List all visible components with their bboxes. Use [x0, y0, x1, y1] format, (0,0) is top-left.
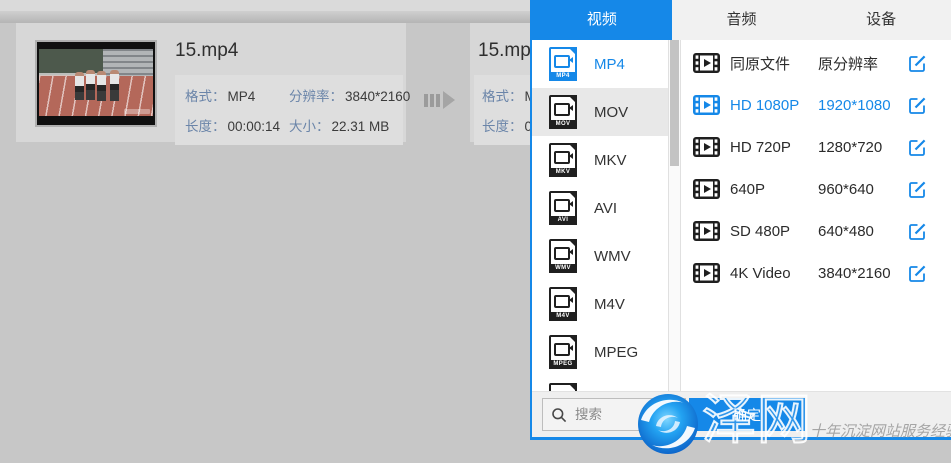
- convert-arrow-icon: [424, 91, 455, 109]
- edit-icon[interactable]: [908, 96, 927, 115]
- meta-duration: 长度：00:00:14: [185, 115, 281, 135]
- format-item-m4v[interactable]: M4V M4V: [532, 280, 668, 328]
- file-format-icon: MP4: [549, 47, 577, 81]
- search-icon: [551, 407, 567, 423]
- file-format-icon: [549, 383, 577, 391]
- edit-icon[interactable]: [908, 138, 927, 157]
- file-format-icon: MKV: [549, 143, 577, 177]
- thumb-person: [110, 70, 119, 101]
- quality-item-hd1080p[interactable]: HD 1080P 1920*1080: [681, 84, 951, 126]
- edit-icon[interactable]: [908, 54, 927, 73]
- edit-icon[interactable]: [908, 264, 927, 283]
- tab-audio[interactable]: 音频: [672, 0, 812, 40]
- meta-resolution: 分辨率：3840*2160: [289, 85, 410, 105]
- format-list-scrollbar[interactable]: [668, 40, 681, 391]
- quality-list: 同原文件 原分辨率 HD 1080P 1920*1080 HD 720P 128…: [681, 40, 951, 391]
- quality-item-hd720p[interactable]: HD 720P 1280*720: [681, 126, 951, 168]
- edit-icon[interactable]: [908, 180, 927, 199]
- format-list: MP4 MP4 MOV MOV MKV MKV AVI AVI WMV WMV …: [532, 40, 668, 391]
- file-format-icon: MOV: [549, 95, 577, 129]
- thumb-person: [86, 70, 95, 100]
- popup-bottom-bar: 确定: [532, 391, 951, 437]
- thumb-person: [75, 72, 84, 100]
- meta-size: 大小：22.31 MB: [289, 115, 410, 135]
- file-format-icon: AVI: [549, 191, 577, 225]
- source-file-card[interactable]: 15.mp4 格式：MP4 分辨率：3840*2160 长度：00:00:14 …: [16, 23, 406, 142]
- edit-icon[interactable]: [908, 222, 927, 241]
- confirm-button[interactable]: 确定: [689, 398, 805, 431]
- search-input[interactable]: [573, 406, 677, 423]
- filmstrip-icon: [693, 221, 720, 241]
- thumb-watermark: [124, 109, 150, 114]
- popup-tab-bar: 视频 音频 设备: [532, 0, 951, 40]
- file-format-icon: WMV: [549, 239, 577, 273]
- file-format-icon: M4V: [549, 287, 577, 321]
- search-box[interactable]: [542, 398, 686, 431]
- filmstrip-icon: [693, 137, 720, 157]
- format-item-mp4[interactable]: MP4 MP4: [532, 40, 668, 88]
- format-item-mkv[interactable]: MKV MKV: [532, 136, 668, 184]
- quality-item-sd480p[interactable]: SD 480P 640*480: [681, 210, 951, 252]
- filmstrip-icon: [693, 53, 720, 73]
- file-meta-box: 格式：MP4 分辨率：3840*2160 长度：00:00:14 大小：22.3…: [175, 75, 403, 145]
- file-name: 15.mp4: [175, 40, 406, 62]
- meta-format: 格式：MP4: [185, 85, 281, 105]
- quality-item-640p[interactable]: 640P 960*640: [681, 168, 951, 210]
- thumb-person: [97, 71, 106, 101]
- filmstrip-icon: [693, 95, 720, 115]
- filmstrip-icon: [693, 263, 720, 283]
- format-item-partial[interactable]: [532, 376, 668, 391]
- video-thumbnail: [35, 40, 157, 127]
- format-item-avi[interactable]: AVI AVI: [532, 184, 668, 232]
- video-thumbnail-frame: [39, 49, 153, 116]
- format-item-mpeg[interactable]: MPEG MPEG: [532, 328, 668, 376]
- format-popup: 视频 音频 设备 MP4 MP4 MOV MOV MKV MKV AVI AVI…: [530, 0, 951, 440]
- file-format-icon: MPEG: [549, 335, 577, 369]
- quality-item-original[interactable]: 同原文件 原分辨率: [681, 42, 951, 84]
- format-item-mov[interactable]: MOV MOV: [532, 88, 668, 136]
- tab-video[interactable]: 视频: [532, 0, 672, 40]
- quality-item-4k[interactable]: 4K Video 3840*2160: [681, 252, 951, 294]
- filmstrip-icon: [693, 179, 720, 199]
- format-item-wmv[interactable]: WMV WMV: [532, 232, 668, 280]
- scrollbar-thumb[interactable]: [670, 40, 679, 166]
- tab-device[interactable]: 设备: [811, 0, 951, 40]
